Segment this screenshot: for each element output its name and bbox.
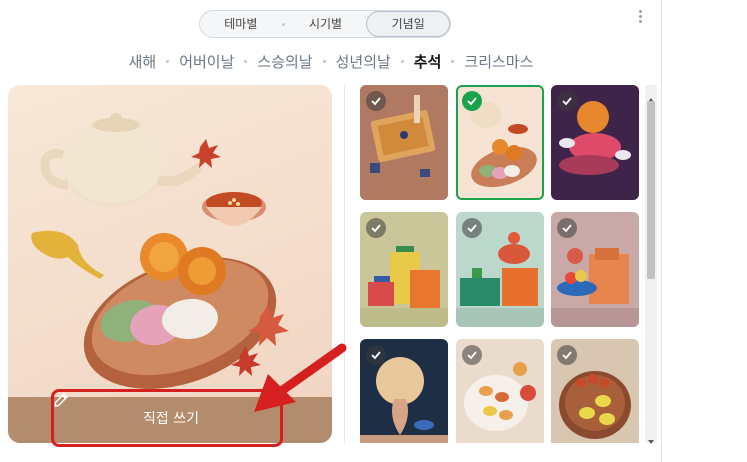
check-icon bbox=[366, 91, 386, 111]
scroll-down-arrow-icon[interactable] bbox=[645, 431, 657, 444]
thumbnail-teapot-songpyeon[interactable] bbox=[456, 85, 544, 200]
separator-dot bbox=[322, 59, 326, 63]
check-icon bbox=[462, 345, 482, 365]
thumbnail-jeon-platter[interactable] bbox=[551, 339, 639, 443]
write-myself-label: 직접 쓰기 bbox=[143, 411, 199, 427]
separator-dot bbox=[244, 59, 248, 63]
tab-theme[interactable]: 테마별 bbox=[200, 11, 282, 37]
holiday-chuseok[interactable]: 추석 bbox=[414, 51, 442, 72]
holiday-new-year[interactable]: 새해 bbox=[129, 51, 157, 72]
check-icon bbox=[462, 218, 482, 238]
thumbnail-full-moon-vase[interactable] bbox=[360, 339, 448, 443]
separator-dot bbox=[166, 59, 170, 63]
tab-season[interactable]: 시기별 bbox=[285, 11, 367, 37]
thumbnail-gift-boxes-olive[interactable] bbox=[360, 212, 448, 327]
holiday-coming-of-age-day[interactable]: 성년의날 bbox=[336, 51, 391, 72]
write-myself-button[interactable]: 직접 쓰기 bbox=[52, 391, 282, 443]
scrollbar[interactable] bbox=[645, 85, 657, 444]
thumbnail-fruit-bowl-mauve[interactable] bbox=[551, 212, 639, 327]
tab-anniversary[interactable]: 기념일 bbox=[366, 11, 451, 37]
holiday-teachers-day[interactable]: 스승의날 bbox=[257, 51, 312, 72]
holiday-parents-day[interactable]: 어버이날 bbox=[179, 51, 234, 72]
check-icon bbox=[366, 218, 386, 238]
check-icon bbox=[366, 345, 386, 365]
thumbnail-persimmon-plate[interactable] bbox=[456, 339, 544, 443]
holiday-christmas[interactable]: 크리스마스 bbox=[464, 51, 533, 72]
check-icon bbox=[557, 91, 577, 111]
more-options-icon[interactable] bbox=[634, 9, 646, 25]
check-icon bbox=[462, 91, 482, 111]
separator-dot bbox=[400, 59, 404, 63]
separator-dot bbox=[451, 59, 455, 63]
red-arrow-icon bbox=[254, 343, 347, 412]
scrollbar-thumb[interactable] bbox=[647, 101, 655, 279]
scroll-up-arrow-icon[interactable] bbox=[645, 89, 657, 102]
thumbnail-ribbon-cake[interactable] bbox=[551, 85, 639, 200]
panel-border bbox=[661, 0, 662, 462]
holiday-nav: 새해 어버이날 스승의날 성년의날 추석 크리스마스 bbox=[0, 50, 662, 72]
thumbnail-grid bbox=[360, 85, 640, 443]
check-icon bbox=[557, 218, 577, 238]
thumbnail-gift-boxes-mint[interactable] bbox=[456, 212, 544, 327]
check-icon bbox=[557, 345, 577, 365]
thumbnail-scroll-paper[interactable] bbox=[360, 85, 448, 200]
category-segmented-control: 테마별 시기별 기념일 bbox=[199, 10, 451, 38]
